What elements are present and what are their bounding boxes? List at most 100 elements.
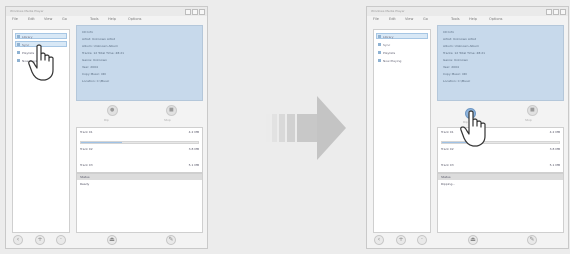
sidebar-item-label: Now Playing: [383, 59, 402, 63]
rip-progress-fill: [81, 142, 122, 143]
info-line: Artist: Unknown Artist: [443, 37, 476, 41]
track-title: Track 01: [441, 130, 454, 134]
back-icon: ‹: [16, 236, 20, 243]
track-list: Track 01 4.2 MB Track 02 3.8 MB Track 03…: [76, 127, 203, 173]
settings-button[interactable]: ✎: [527, 235, 537, 245]
eject-icon: ⏏: [109, 236, 115, 243]
stop-icon: ■: [530, 107, 535, 113]
close-button[interactable]: [199, 9, 205, 15]
menu-go[interactable]: Go: [423, 17, 428, 21]
sidebar-item-label: Library: [383, 35, 394, 39]
menu-options[interactable]: Options: [128, 17, 142, 21]
plus-icon: +: [398, 236, 404, 243]
eject-icon: ⏏: [470, 236, 476, 243]
sidebar-item-label: Sync: [383, 43, 391, 47]
log-line: Ripping...: [441, 182, 456, 186]
info-line: Genre: Unknown: [443, 58, 468, 62]
menu-tools[interactable]: Tools: [90, 17, 99, 21]
hand-pointer-icon: [28, 44, 54, 81]
close-button[interactable]: [560, 9, 566, 15]
menu-edit[interactable]: Edit: [389, 17, 396, 21]
menu-file[interactable]: File: [373, 17, 379, 21]
menu-view[interactable]: View: [405, 17, 413, 21]
options-icon: ·: [421, 236, 423, 243]
sidebar-item-now-playing[interactable]: Now Playing: [376, 57, 428, 63]
stop-button-label: Stop: [164, 118, 171, 122]
log-header: [438, 174, 563, 180]
maximize-button[interactable]: [553, 9, 559, 15]
back-button[interactable]: ‹: [374, 235, 384, 245]
table-row[interactable]: Track 01 4.2 MB: [438, 129, 563, 135]
back-button[interactable]: ‹: [13, 235, 23, 245]
menu-tools[interactable]: Tools: [451, 17, 460, 21]
options-icon: ·: [60, 236, 62, 243]
menu-edit[interactable]: Edit: [28, 17, 35, 21]
info-line: Copy Music: ON: [82, 72, 106, 76]
minimize-button[interactable]: [185, 9, 191, 15]
minimize-button[interactable]: [546, 9, 552, 15]
track-size: 5.1 MB: [549, 163, 560, 167]
track-size: 3.8 MB: [549, 147, 560, 151]
window-title: Windows Media Player: [371, 9, 405, 13]
playlist-icon: [378, 51, 381, 54]
track-list: Track 01 4.2 MB Track 02 3.8 MB Track 03…: [437, 127, 564, 173]
options-button[interactable]: ·: [417, 235, 427, 245]
menu-help[interactable]: Help: [469, 17, 477, 21]
table-row[interactable]: Track 03 5.1 MB: [77, 162, 202, 168]
stop-button[interactable]: ■: [166, 105, 177, 116]
track-title: Track 02: [441, 147, 454, 151]
info-line: Tracks: 12 Total Time: 48:21: [443, 51, 486, 55]
log-line: Status: [441, 175, 451, 179]
info-line: Copy Music: ON: [443, 72, 467, 76]
menu-go[interactable]: Go: [62, 17, 67, 21]
bottom-toolbar: ‹ + · ⏏ ✎: [367, 234, 568, 248]
info-line: Year: 2004: [443, 65, 459, 69]
sidebar-item-library[interactable]: Library: [376, 33, 428, 39]
sidebar-item-library[interactable]: Library: [15, 33, 67, 39]
table-row[interactable]: Track 01 4.2 MB: [77, 129, 202, 135]
library-icon: [378, 35, 381, 38]
playlist-icon: [17, 51, 20, 54]
info-line: Location: C:\Music: [443, 79, 471, 83]
add-button[interactable]: +: [35, 235, 45, 245]
now-playing-icon: [378, 59, 381, 62]
window-title: Windows Media Player: [10, 9, 44, 13]
info-line: Genre: Unknown: [82, 58, 107, 62]
info-line: CD Info: [443, 30, 455, 34]
log-line: Status: [80, 175, 90, 179]
info-line: Album: Unknown Album: [82, 44, 119, 48]
record-icon: ●: [110, 107, 115, 113]
eject-button[interactable]: ⏏: [107, 235, 117, 245]
info-line: Location: C:\Music: [82, 79, 110, 83]
rip-button-label: Rip: [104, 118, 109, 122]
right-arrow-icon: [266, 96, 346, 160]
sidebar-item-playlists[interactable]: Playlists: [376, 49, 428, 55]
rip-button[interactable]: ●: [107, 105, 118, 116]
sync-icon: [17, 43, 20, 46]
menu-help[interactable]: Help: [108, 17, 116, 21]
menu-bar: File Edit View Go Tools Help Options: [371, 17, 564, 23]
maximize-button[interactable]: [192, 9, 198, 15]
menu-view[interactable]: View: [44, 17, 52, 21]
track-size: 5.1 MB: [188, 163, 199, 167]
table-row[interactable]: Track 03 5.1 MB: [438, 162, 563, 168]
add-button[interactable]: +: [396, 235, 406, 245]
stop-button-label: Stop: [525, 118, 532, 122]
table-row[interactable]: Track 02 3.8 MB: [438, 146, 563, 152]
track-title: Track 03: [441, 163, 454, 167]
options-button[interactable]: ·: [56, 235, 66, 245]
info-line: Year: 2004: [82, 65, 98, 69]
info-line: Artist: Unknown Artist: [82, 37, 115, 41]
stop-button[interactable]: ■: [527, 105, 538, 116]
sidebar-item-sync[interactable]: Sync: [376, 41, 428, 47]
cd-info-panel: CD Info Artist: Unknown Artist Album: Un…: [437, 25, 564, 101]
back-icon: ‹: [377, 236, 381, 243]
menu-options[interactable]: Options: [489, 17, 503, 21]
now-playing-icon: [17, 59, 20, 62]
track-size: 3.8 MB: [188, 147, 199, 151]
table-row[interactable]: Track 02 3.8 MB: [77, 146, 202, 152]
settings-button[interactable]: ✎: [166, 235, 176, 245]
eject-button[interactable]: ⏏: [468, 235, 478, 245]
menu-file[interactable]: File: [12, 17, 18, 21]
log-header: [77, 174, 202, 180]
